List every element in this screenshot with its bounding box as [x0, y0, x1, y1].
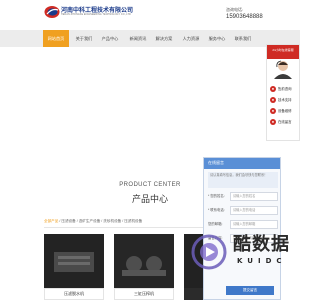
nav-item-hr[interactable]: 人力资源 [178, 30, 204, 47]
service-item-label: 售前咨询 [278, 87, 292, 91]
site-header: 河南中科工程技术有限公司 HENAN ZHONGKE ENGINEERING T… [0, 0, 300, 30]
service-item-label: 在线留言 [278, 120, 292, 124]
submit-message-button[interactable]: 提交留言 [226, 286, 274, 295]
product-image [44, 234, 104, 288]
hotline-number: 15903648888 [226, 14, 263, 20]
watermark: 酷数据 KUIDC [189, 228, 300, 278]
watermark-logo-icon [191, 234, 227, 270]
product-name: 三缸压榨机 [114, 288, 174, 300]
product-name: 压滤脱水机 [44, 288, 104, 300]
online-service-panel: 24小时在线客服 ● 售前咨询 ● 技术支持 ● 设备维修 ● 在线留言 [266, 44, 300, 141]
service-item-repair[interactable]: ● 设备维修 [269, 107, 299, 115]
message-form-header: 在线留言 [204, 158, 280, 169]
phone-input[interactable]: 请输入您的电话 [230, 206, 278, 215]
chat-icon: ● [270, 97, 276, 103]
service-panel-header: 24小时在线客服 [267, 45, 299, 59]
email-label: 您的邮箱: [208, 222, 223, 226]
form-row-phone: * 联系电话: 请输入您的电话 [208, 205, 280, 216]
chat-icon: ● [270, 119, 276, 125]
service-panel-title: 24小时在线客服 [272, 48, 294, 52]
service-item-label: 设备维修 [278, 109, 292, 113]
message-form-note: 请认真填写信息，我们会尽快与您联系！ [208, 172, 278, 188]
nav-item-home[interactable]: 网站首页 [43, 30, 69, 47]
form-row-name: * 您的姓名: 请输入您的姓名 [208, 191, 280, 202]
nav-item-news[interactable]: 新闻资讯 [125, 30, 151, 47]
nav-item-contact[interactable]: 联系我们 [230, 30, 256, 47]
product-card[interactable]: 压滤脱水机 [44, 234, 104, 300]
service-item-support[interactable]: ● 技术支持 [269, 96, 299, 104]
customer-service-avatar-icon [274, 60, 292, 79]
product-card[interactable]: 三缸压榨机 [114, 234, 174, 300]
service-item-label: 技术支持 [278, 98, 292, 102]
watermark-subtext: KUIDC [237, 257, 287, 265]
hotline-label: 咨询电话: [226, 7, 244, 12]
message-form-title: 在线留言 [208, 160, 224, 165]
category-all[interactable]: 全部产品 [44, 219, 58, 223]
phone-label: * 联系电话: [208, 208, 225, 212]
service-item-presales[interactable]: ● 售前咨询 [269, 85, 299, 93]
chat-icon: ● [270, 108, 276, 114]
banner-area [0, 47, 300, 142]
company-name-en: HENAN ZHONGKE ENGINEERING TECHNOLOGY CO.… [61, 13, 131, 16]
company-logo-icon[interactable] [44, 5, 60, 19]
name-label: * 您的姓名: [208, 194, 225, 198]
main-nav: 网站首页 关于我们 产品中心 新闻资讯 解决方案 人力资源 服务中心 联系我们 [0, 30, 300, 47]
watermark-text: 酷数据 [233, 234, 290, 255]
nav-item-solutions[interactable]: 解决方案 [151, 30, 177, 47]
product-image [114, 234, 174, 288]
service-item-message[interactable]: ● 在线留言 [269, 118, 299, 126]
name-input[interactable]: 请输入您的姓名 [230, 192, 278, 201]
nav-item-about[interactable]: 关于我们 [71, 30, 97, 47]
nav-item-products[interactable]: 产品中心 [97, 30, 123, 47]
nav-item-service[interactable]: 服务中心 [204, 30, 230, 47]
chat-icon: ● [270, 86, 276, 92]
category-list[interactable]: / 压滤设备 / 选矿生产设备 / 洗砂机设备 / 压滤机设备 [58, 219, 142, 223]
